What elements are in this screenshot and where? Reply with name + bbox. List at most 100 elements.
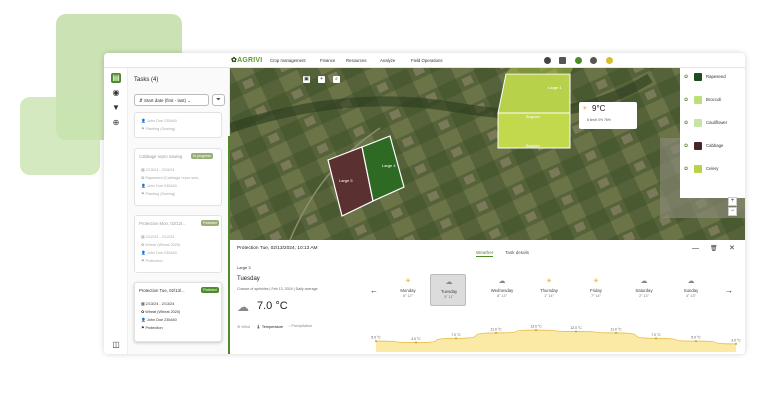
chat-icon[interactable]: [590, 57, 597, 64]
broadcast-icon[interactable]: ◉: [111, 88, 121, 98]
map-add-button[interactable]: +: [318, 76, 325, 83]
temperature-chart: 5.0 °C 4.0 °C 7.0 °C 11.0 °C 13.0 °C 12.0 °C 1…: [371, 325, 741, 352]
legend-swatch: [694, 165, 702, 173]
task-card-selected[interactable]: Protection Tue, 02/13/... Finished ▦ 2/1…: [134, 282, 222, 342]
task-type: ⚑ Protection: [141, 259, 163, 263]
field-label[interactable]: Bogdan: [526, 114, 540, 119]
forecast-day-selected[interactable]: ☁ Tuesday 5° 11°: [430, 274, 466, 306]
temperature-point[interactable]: [375, 340, 377, 343]
task-crop: ✿ Wheat (Wheat 2020): [141, 310, 181, 314]
minimize-icon[interactable]: —: [692, 245, 699, 252]
zoom-out-button[interactable]: −: [728, 207, 737, 216]
close-icon[interactable]: ✕: [729, 244, 735, 252]
task-dates: ▦ 2/12/24 - 2/12/24: [141, 235, 175, 239]
collapse-panel-icon[interactable]: ◫: [111, 340, 121, 350]
nav-field-operations[interactable]: Field Operations: [411, 58, 443, 63]
temperature-point[interactable]: [655, 337, 657, 340]
sun-icon: ☀: [545, 278, 553, 285]
current-temperature: 7.0 °C: [257, 300, 288, 312]
metric-precipitation[interactable]: ◌ Precipitation: [288, 324, 312, 328]
forecast-day[interactable]: ☀ Monday 6° 12°: [390, 274, 426, 306]
logo[interactable]: ✿AGRIVI: [231, 56, 262, 64]
temperature-point[interactable]: [455, 337, 457, 340]
crop-icon: ✿: [684, 74, 689, 80]
metric-wind[interactable]: ≋ Wind: [237, 324, 250, 329]
task-dates: ▦ 2/13/24 - 3/15/24: [141, 168, 175, 172]
zoom-search-icon[interactable]: ⊕: [111, 118, 121, 128]
map-canvas: [230, 68, 745, 240]
temperature-label: 5.0 °C: [371, 336, 381, 340]
tasks-title: Tasks (4): [134, 77, 159, 83]
sun-icon: ☀: [582, 106, 588, 112]
forecast-day[interactable]: ☁ Wednesday 8° 13°: [484, 274, 520, 306]
satellite-map[interactable]: Large 5 Large 4 Large 1 Bogdan Bogdan ▣ …: [230, 68, 745, 240]
weather-subtitle: Chance of sprinkles | Feb 13, 2024 | Dai…: [237, 287, 318, 291]
left-rail: ▤ ◉ ▼ ⊕ ◫: [104, 68, 128, 354]
filter-layers-icon[interactable]: ▼: [111, 103, 121, 113]
tab-task-details[interactable]: Task details: [505, 250, 529, 255]
nav-finance[interactable]: Finance: [320, 58, 335, 63]
sort-dropdown[interactable]: ⇵ Start date (first - last) ⌄: [134, 94, 209, 106]
filter-button[interactable]: ⏷: [212, 94, 225, 106]
cloud-icon: ☁: [237, 300, 249, 314]
tasks-icon[interactable]: ▤: [111, 73, 121, 83]
task-card[interactable]: Protection Mon, 02/12/... Finished ▦ 2/1…: [134, 215, 222, 273]
forecast-day[interactable]: ☀ Thursday 1° 14°: [531, 274, 567, 306]
temperature-point[interactable]: [695, 340, 697, 343]
task-assignee: 👤 John Doe 235440: [141, 251, 177, 255]
temperature-point[interactable]: [735, 342, 737, 345]
weather-popup[interactable]: ☀ 9°C 8 km/h 0% 76%: [579, 102, 637, 129]
forecast-day[interactable]: ☁ Sunday 4° 13°: [673, 274, 709, 306]
legend-item-celery[interactable]: ✿ Celery: [684, 164, 744, 174]
temperature-point[interactable]: [615, 331, 617, 334]
legend-item-cabbage[interactable]: ✿ Cabbage: [684, 141, 744, 151]
cloud-icon: ☁: [498, 278, 506, 285]
status-badge: Finished: [201, 220, 219, 226]
tab-weather[interactable]: Weather: [476, 250, 494, 257]
notifications-icon[interactable]: [575, 57, 582, 64]
temperature-point[interactable]: [415, 341, 417, 344]
legend-item-broccoli[interactable]: ✿ Broccoli: [684, 95, 744, 105]
day-name: Tuesday: [237, 276, 260, 282]
field-label[interactable]: Large 5: [339, 178, 353, 183]
sun-icon: ☀: [404, 278, 412, 285]
forecast-day[interactable]: ☁ Saturday 2° 13°: [626, 274, 662, 306]
help-icon[interactable]: [544, 57, 551, 64]
calendar-icon[interactable]: [559, 57, 566, 64]
legend-item-rapeseed[interactable]: ✿ Rapeseed: [684, 72, 744, 82]
legend-swatch: [694, 119, 702, 127]
temperature-label: 4.0 °C: [411, 337, 421, 341]
temperature-label: 13.0 °C: [530, 325, 542, 329]
nav-resources[interactable]: Resources: [346, 58, 367, 63]
temperature-point[interactable]: [575, 330, 577, 333]
sun-icon: ☀: [592, 278, 600, 285]
cloud-icon: ☁: [640, 278, 648, 285]
temperature-label: 12.0 °C: [570, 326, 582, 330]
farm-switch-icon[interactable]: [606, 57, 613, 64]
legend-item-cauliflower[interactable]: ✿ Cauliflower: [684, 118, 744, 128]
next-arrow-icon[interactable]: →: [725, 286, 733, 295]
task-card[interactable]: 👤 John Doe 235440 ⚑ Planting (Sowing): [134, 112, 222, 138]
forecast-day[interactable]: ☀ Friday 7° 14°: [578, 274, 614, 306]
nav-analyze[interactable]: Analyze: [380, 58, 395, 63]
task-card[interactable]: Cabbage repro sowing In progress ▦ 2/13/…: [134, 148, 222, 206]
metric-temperature[interactable]: 🌡 Temperature: [256, 324, 283, 329]
field-label[interactable]: Large 1: [548, 85, 562, 90]
task-type: ⚑ Planting (Sowing): [141, 192, 176, 196]
app-window: ✿AGRIVI Crop management Finance Resource…: [104, 53, 745, 354]
task-detail-title: Protection Tue, 02/13/2024, 10:13 AM: [237, 246, 318, 251]
temperature-point[interactable]: [535, 329, 537, 332]
nav-crop-management[interactable]: Crop management: [270, 58, 306, 63]
map-search-button[interactable]: ⌕: [333, 76, 340, 83]
legend-swatch: [694, 96, 702, 104]
field-label[interactable]: Large 4: [382, 163, 396, 168]
top-bar: ✿AGRIVI Crop management Finance Resource…: [104, 53, 745, 68]
cloud-icon: ☁: [445, 279, 453, 286]
map-layers-button[interactable]: ▣: [303, 76, 310, 83]
temperature-point[interactable]: [495, 331, 497, 334]
prev-arrow-icon[interactable]: ←: [370, 286, 378, 295]
field-label[interactable]: Bogdan: [526, 143, 540, 148]
zoom-in-button[interactable]: +: [728, 197, 737, 206]
legend-swatch: [694, 73, 702, 81]
delete-icon[interactable]: 🗑: [710, 245, 718, 252]
